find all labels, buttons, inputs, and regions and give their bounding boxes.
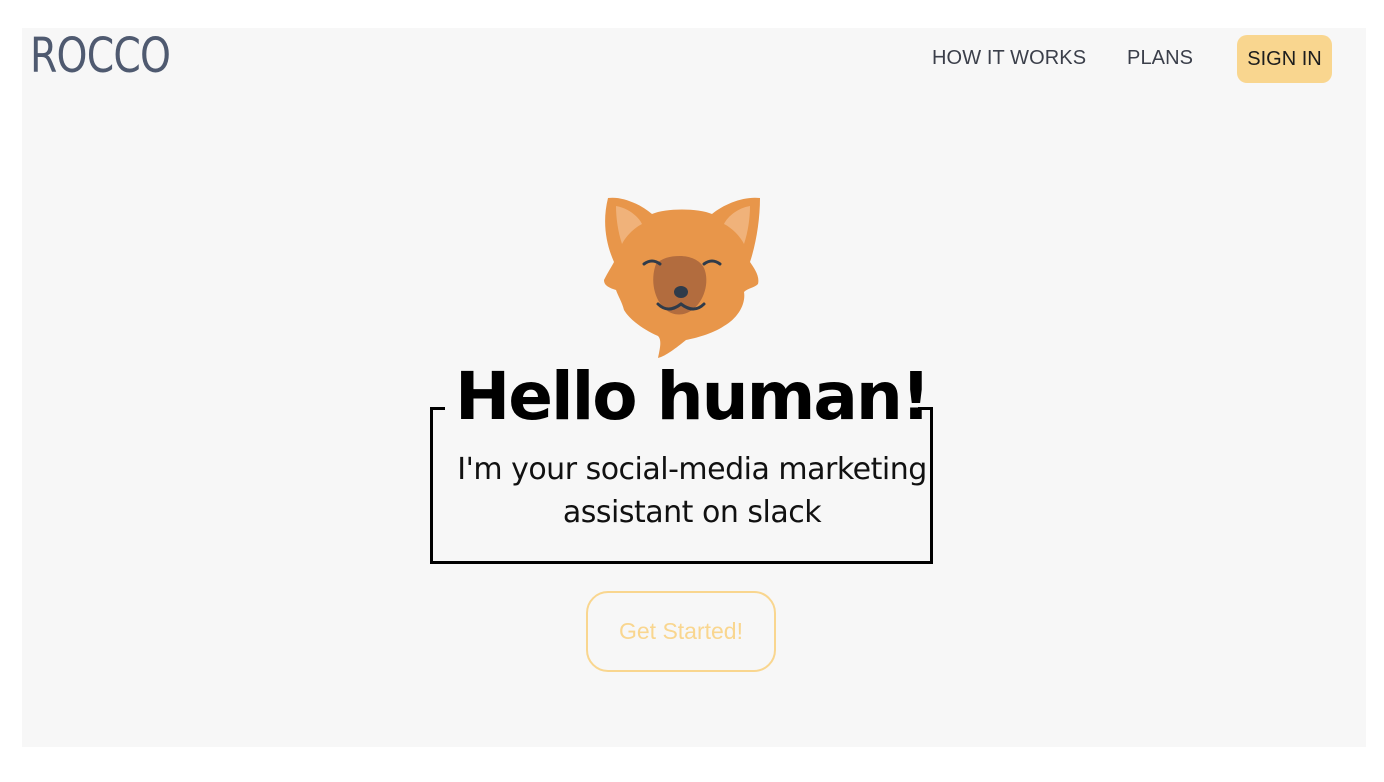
nav-plans[interactable]: PLANS <box>1127 47 1193 70</box>
sign-in-button[interactable]: SIGN IN <box>1237 35 1332 83</box>
hero-subline-line-2: assistant on slack <box>562 495 822 530</box>
hero-headline: Hello human! <box>455 358 931 435</box>
nav-how-it-works[interactable]: HOW IT WORKS <box>932 47 1086 70</box>
top-navigation: HOW IT WORKS PLANS SIGN IN <box>0 35 1384 83</box>
hero-subline-line-1: I'm your social-media marketing <box>457 452 927 487</box>
fox-head-icon <box>604 197 760 358</box>
get-started-button[interactable]: Get Started! <box>586 591 776 672</box>
hero-subline: I'm your social-media marketing assistan… <box>0 448 1384 534</box>
